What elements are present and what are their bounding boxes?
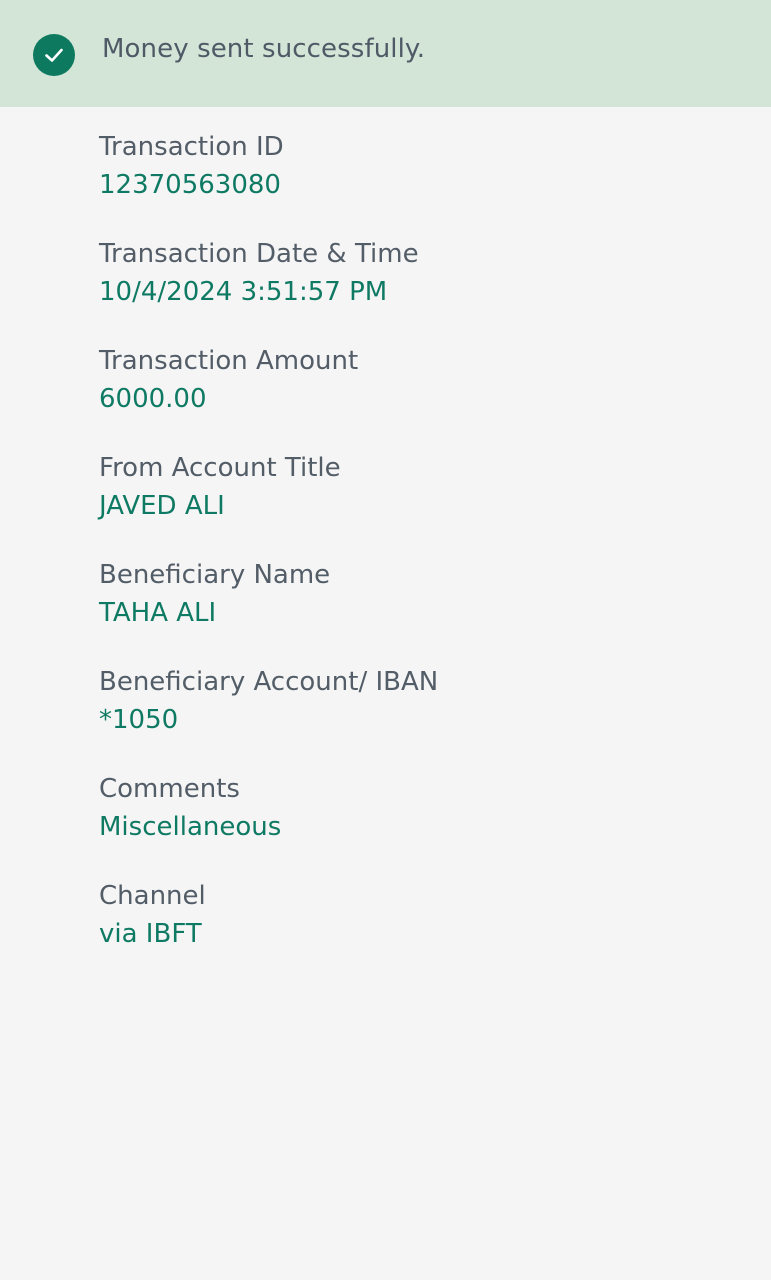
detail-value: Miscellaneous <box>99 812 282 842</box>
detail-comments: Comments Miscellaneous <box>99 770 739 877</box>
detail-value: TAHA ALI <box>99 598 217 628</box>
success-message: Money sent successfully. <box>102 34 426 64</box>
detail-transaction-date-time: Transaction Date & Time 10/4/2024 3:51:5… <box>99 235 739 342</box>
detail-value: *1050 <box>99 705 179 735</box>
detail-beneficiary-name: Beneficiary Name TAHA ALI <box>99 556 739 663</box>
detail-transaction-id: Transaction ID 12370563080 <box>99 128 739 235</box>
detail-label: Transaction Amount <box>99 346 359 376</box>
transaction-details: Transaction ID 12370563080 Transaction D… <box>99 128 739 984</box>
detail-label: From Account Title <box>99 453 341 483</box>
detail-value: JAVED ALI <box>99 491 225 521</box>
detail-value: 6000.00 <box>99 384 207 414</box>
detail-value: 10/4/2024 3:51:57 PM <box>99 277 388 307</box>
detail-label: Beneficiary Account/ IBAN <box>99 667 439 697</box>
detail-label: Channel <box>99 881 206 911</box>
detail-value: 12370563080 <box>99 170 281 200</box>
success-banner: Money sent successfully. <box>0 0 771 107</box>
detail-label: Transaction ID <box>99 132 284 162</box>
detail-label: Beneficiary Name <box>99 560 331 590</box>
detail-from-account-title: From Account Title JAVED ALI <box>99 449 739 556</box>
detail-value: via IBFT <box>99 919 202 949</box>
detail-channel: Channel via IBFT <box>99 877 739 984</box>
detail-label: Transaction Date & Time <box>99 239 419 269</box>
detail-beneficiary-account: Beneficiary Account/ IBAN *1050 <box>99 663 739 770</box>
detail-transaction-amount: Transaction Amount 6000.00 <box>99 342 739 449</box>
check-circle-icon <box>33 34 75 76</box>
detail-label: Comments <box>99 774 240 804</box>
